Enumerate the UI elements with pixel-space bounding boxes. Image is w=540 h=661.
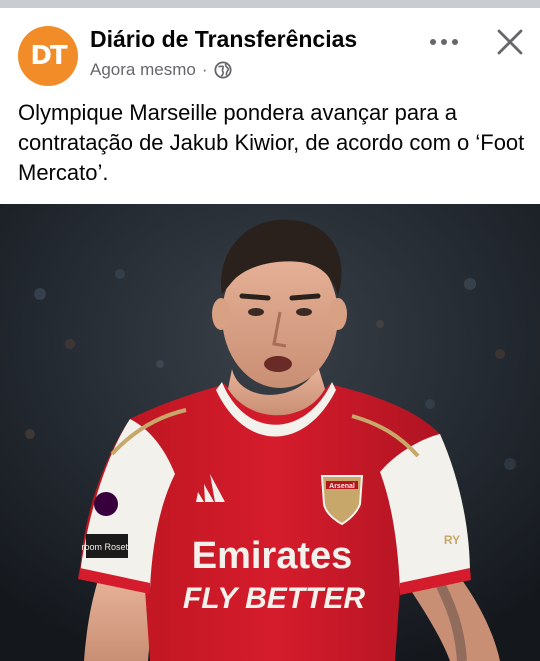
globe-icon <box>213 61 232 79</box>
post-photo[interactable]: Arsenal Emirates FLY BETTER room Rosetti… <box>0 204 540 661</box>
close-button[interactable] <box>488 22 532 62</box>
player-photo: Arsenal Emirates FLY BETTER room Rosetti… <box>0 204 540 661</box>
more-options-icon <box>430 39 458 45</box>
post-header: DT Diário de Transferências Agora mesmo … <box>0 8 540 96</box>
post-caption: Olympique Marseille pondera avançar para… <box>18 100 525 185</box>
top-divider <box>0 0 540 8</box>
sleeve-right-text: RY <box>444 533 460 547</box>
crest-text: Arsenal <box>329 483 355 490</box>
meta-separator: · <box>201 60 208 79</box>
post-timestamp[interactable]: Agora mesmo <box>90 60 196 80</box>
sponsor-line2: FLY BETTER <box>183 582 366 615</box>
avatar[interactable]: DT <box>18 26 78 86</box>
avatar-initials: DT <box>30 41 67 71</box>
sleeve-patch-text: room Rosetti <box>81 542 132 552</box>
sponsor-line1: Emirates <box>192 535 353 577</box>
post-meta: Agora mesmo · <box>90 60 232 80</box>
page-name[interactable]: Diário de Transferências <box>90 26 357 53</box>
more-options-button[interactable] <box>424 22 464 62</box>
close-icon <box>497 29 523 55</box>
